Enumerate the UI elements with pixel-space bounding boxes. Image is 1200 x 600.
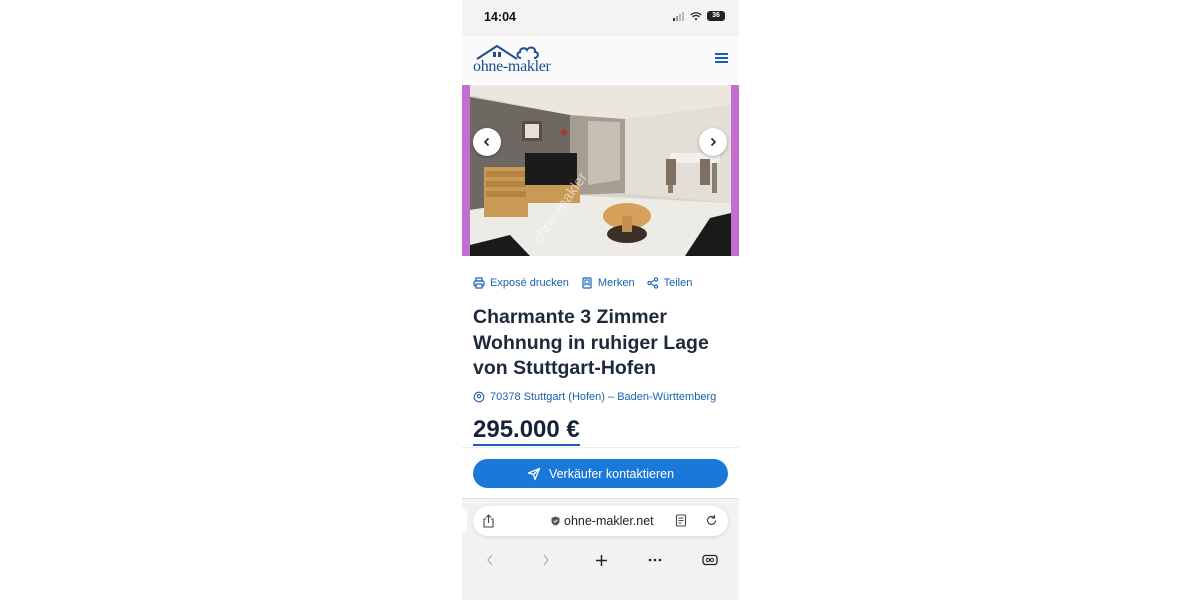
url-text: ohne-makler.net [564,514,654,528]
new-tab-button[interactable] [589,549,613,571]
forward-button[interactable] [534,549,558,571]
listing-title: Charmante 3 Zimmer Wohnung in ruhiger La… [473,306,709,379]
share-icon[interactable] [482,514,495,528]
signal-icon [673,11,684,21]
battery-icon: 36 [707,11,725,21]
listing-price: 295.000 € [473,416,580,446]
print-expose-button[interactable]: Exposé drucken [473,277,569,289]
site-header: ohne-makler [462,36,739,84]
share-label: Teilen [663,277,693,289]
listing-photo[interactable]: ohne-makler [470,85,731,256]
back-icon [487,554,493,566]
tabs-icon [702,554,718,566]
url-display[interactable]: ohne-makler.net [551,514,654,528]
share-icon [646,277,658,289]
print-expose-label: Exposé drucken [490,277,569,289]
shield-icon [551,516,560,526]
location-pin-icon [473,391,485,403]
site-logo[interactable]: ohne-makler [473,43,565,77]
chevron-left-icon [483,137,490,147]
previous-tab-peek[interactable] [462,509,467,533]
send-icon [527,467,541,480]
wifi-icon [690,11,702,20]
reader-icon[interactable] [675,514,687,528]
plus-icon [595,554,607,566]
chevron-right-icon [710,137,717,147]
reload-icon[interactable] [705,514,718,527]
bookmark-button[interactable]: Merken [581,277,635,289]
forward-icon [543,554,549,566]
bookmark-icon [582,277,592,289]
printer-icon [473,277,485,289]
living-room-photo: ohne-makler [470,85,731,256]
status-bar: 14:04 36 [462,0,739,36]
hamburger-menu-icon[interactable] [715,51,731,65]
browser-chrome: ohne-makler.net [462,498,739,600]
more-icon [648,558,662,562]
phone-screen: 14:04 36 ohne-makler ohne-makler Exposé … [462,0,739,600]
contact-seller-button[interactable]: Verkäufer kontaktieren [473,459,728,488]
browser-toolbar [462,549,739,573]
location-text: 70378 Stuttgart (Hofen) – Baden-Württemb… [490,391,717,403]
contact-seller-label: Verkäufer kontaktieren [548,466,675,481]
back-button[interactable] [478,549,502,571]
gallery-prev-button[interactable] [473,128,501,156]
tabs-button[interactable] [698,549,722,571]
address-bar[interactable]: ohne-makler.net [473,506,728,536]
listing-actions: Exposé drucken Merken Teilen [473,277,692,289]
listing-location[interactable]: 70378 Stuttgart (Hofen) – Baden-Württemb… [473,391,716,403]
image-gallery: ohne-makler [462,85,739,256]
logo-text: ohne-makler [473,58,551,75]
status-time: 14:04 [484,10,516,24]
divider [462,447,739,448]
status-icons: 36 [673,11,725,21]
share-button[interactable]: Teilen [646,277,693,289]
more-button[interactable] [643,549,667,571]
gallery-next-button[interactable] [699,128,727,156]
bookmark-label: Merken [597,277,635,289]
